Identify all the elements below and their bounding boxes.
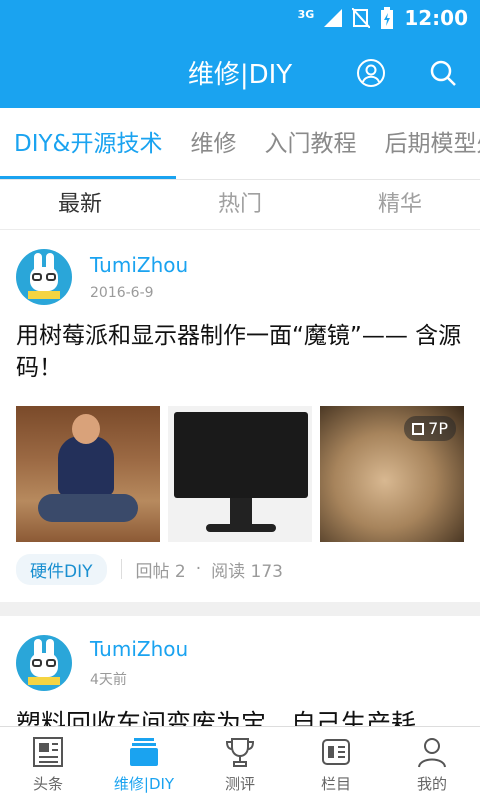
post-title[interactable]: 用树莓派和显示器制作一面“魔镜”—— 含源码！ xyxy=(16,320,464,384)
search-icon[interactable] xyxy=(428,58,458,88)
layers-icon xyxy=(130,738,158,766)
category-tabs: DIY&开源技术 维修 入门教程 后期模型处理 xyxy=(0,108,480,180)
page-title: 维修|DIY xyxy=(187,60,293,90)
read-count: 阅读 173 xyxy=(211,561,283,582)
nav-repair-diy[interactable]: 维修|DIY xyxy=(96,727,192,800)
person-icon xyxy=(418,738,446,768)
subtab-featured[interactable]: 精华 xyxy=(320,180,480,229)
post-date: 4天前 xyxy=(90,672,127,688)
tab-repair[interactable]: 维修 xyxy=(176,108,250,179)
reply-count: 回帖 2 xyxy=(135,561,186,582)
author-name[interactable]: TumiZhou xyxy=(90,253,188,277)
nav-label: 我的 xyxy=(416,775,447,793)
column-icon xyxy=(322,739,350,765)
user-icon[interactable] xyxy=(356,58,386,88)
status-bar: 3G 12:00 xyxy=(0,0,480,36)
trophy-icon xyxy=(225,738,255,767)
clock: 12:00 xyxy=(404,6,468,30)
nav-label: 测评 xyxy=(224,775,255,793)
nav-label: 栏目 xyxy=(320,775,351,793)
avatar[interactable] xyxy=(16,249,72,305)
post-card[interactable]: TumiZhou 4天前 塑料回收车间变废为宝，自己生产耗 xyxy=(0,616,480,740)
bottom-nav: 头条 维修|DIY 测评 栏目 我的 xyxy=(0,726,480,800)
post-image-1[interactable] xyxy=(16,406,160,542)
battery-icon xyxy=(381,7,394,29)
subtab-hot[interactable]: 热门 xyxy=(160,180,320,229)
author-name[interactable]: TumiZhou xyxy=(90,637,188,661)
post-date: 2016-6-9 xyxy=(90,285,154,301)
nav-mine[interactable]: 我的 xyxy=(384,727,480,800)
sort-tabs: 最新 热门 精华 xyxy=(0,180,480,230)
post-image-3[interactable]: 7P xyxy=(320,406,464,542)
subtab-latest[interactable]: 最新 xyxy=(0,180,160,229)
nav-reviews[interactable]: 测评 xyxy=(192,727,288,800)
avatar[interactable] xyxy=(16,635,72,691)
no-sim-icon xyxy=(352,8,371,28)
image-count-badge: 7P xyxy=(404,416,456,441)
network-type-label: 3G xyxy=(297,7,315,21)
tab-tutorials[interactable]: 入门教程 xyxy=(250,108,370,179)
nav-label: 维修|DIY xyxy=(113,775,175,793)
card-separator xyxy=(0,602,480,616)
post-images: 7P xyxy=(16,406,464,542)
nav-columns[interactable]: 栏目 xyxy=(288,727,384,800)
divider xyxy=(120,559,122,579)
newspaper-icon xyxy=(33,737,63,767)
post-card[interactable]: TumiZhou 2016-6-9 用树莓派和显示器制作一面“魔镜”—— 含源码… xyxy=(0,230,480,585)
tab-diy-open-source[interactable]: DIY&开源技术 xyxy=(0,108,177,179)
nav-headlines[interactable]: 头条 xyxy=(0,727,96,800)
separator-dot: · xyxy=(195,559,202,579)
tab-post-modeling[interactable]: 后期模型处理 xyxy=(370,108,480,179)
category-tag[interactable]: 硬件DIY xyxy=(16,553,107,585)
nav-label: 头条 xyxy=(32,775,63,793)
post-image-2[interactable] xyxy=(168,406,312,542)
image-count: 7P xyxy=(428,419,448,438)
gallery-icon xyxy=(412,422,425,435)
app-bar: 维修|DIY xyxy=(0,36,480,108)
signal-icon xyxy=(324,9,343,27)
